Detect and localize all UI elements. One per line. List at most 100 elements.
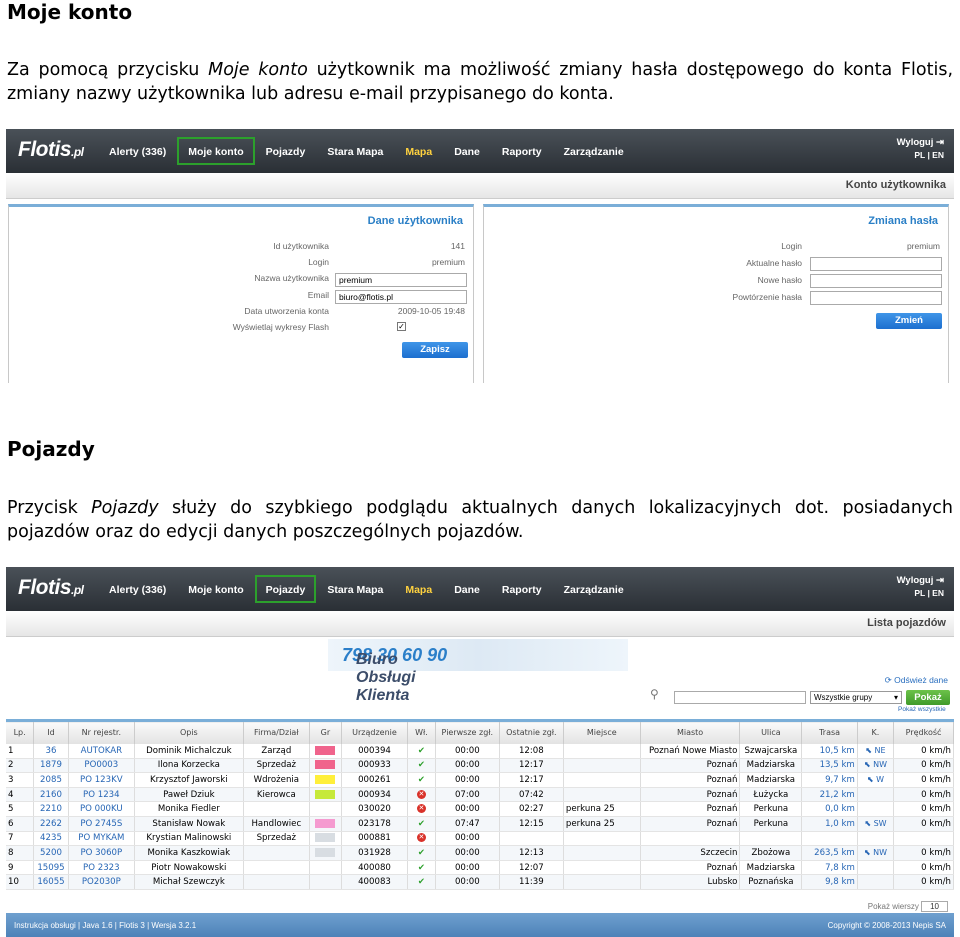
subheader-2: Lista pojazdów [6, 611, 954, 637]
cell-id[interactable]: 2210 [33, 801, 69, 817]
nav-dane-2[interactable]: Dane [443, 575, 491, 603]
column-header[interactable]: Wł. [407, 719, 436, 744]
cell-reg[interactable]: PO 000KU [68, 801, 135, 817]
new-password-input[interactable] [810, 274, 942, 288]
column-header[interactable]: Trasa [801, 719, 858, 744]
username-input[interactable] [335, 273, 467, 287]
nav-zarzadzanie[interactable]: Zarządzanie [553, 137, 635, 165]
column-header[interactable]: Lp. [6, 719, 35, 744]
cell-route[interactable]: 21,2 km [801, 787, 858, 803]
group-select[interactable]: Wszystkie grupy ▾ [810, 691, 902, 704]
table-row[interactable]: 4 2160 PO 1234 Paweł Dziuk Kierowca 000934 ✕ 07… [6, 787, 954, 803]
refresh-link[interactable]: ⟳ Odśwież dane [885, 675, 948, 686]
cell-route[interactable]: 0,0 km [801, 801, 858, 817]
nav-pojazdy[interactable]: Pojazdy [255, 137, 317, 165]
logout-link[interactable]: Wyloguj ⇥ [897, 136, 944, 149]
cell-id[interactable]: 36 [33, 743, 69, 759]
table-row[interactable]: 7 4235 PO MYKAM Krystian Malinowski Sprzedaż… [6, 831, 954, 847]
table-row[interactable]: 10 16055 PO2030P Michał Szewczyk 400083 ✔ 00:0… [6, 874, 954, 890]
nav-raporty-2[interactable]: Raporty [491, 575, 553, 603]
nav-alerty[interactable]: Alerty (336) [98, 137, 177, 165]
footer-links[interactable]: Instrukcja obsługi | Java 1.6 | Flotis 3… [14, 921, 196, 930]
cell-id[interactable]: 5200 [33, 845, 69, 861]
column-header[interactable]: Urządzenie [341, 719, 409, 744]
cell-reg[interactable]: AUTOKAR [68, 743, 135, 759]
save-button[interactable]: Zapisz [402, 342, 468, 358]
column-header[interactable]: Ulica [739, 719, 803, 744]
column-header[interactable]: Id [33, 719, 69, 744]
column-header[interactable]: Miasto [640, 719, 741, 744]
table-row[interactable]: 5 2210 PO 000KU Monika Fiedler 030020 ✕ 00:00 0… [6, 801, 954, 817]
cell-id[interactable]: 2085 [33, 772, 69, 788]
chevron-down-icon: ▾ [893, 693, 898, 702]
search-input[interactable] [674, 691, 806, 704]
table-row[interactable]: 1 36 AUTOKAR Dominik Michalczuk Zarząd 000394… [6, 743, 954, 759]
flotis-logo[interactable]: Flotis.pl [18, 138, 84, 162]
nav-zarzadzanie-2[interactable]: Zarządzanie [553, 575, 635, 603]
table-row[interactable]: 8 5200 PO 3060P Monika Kaszkowiak 031928 ✔ 00:… [6, 845, 954, 861]
cell-route[interactable]: 1,0 km [801, 816, 858, 832]
table-row[interactable]: 6 2262 PO 2745S Stanisław Nowak Handlowiec 02… [6, 816, 954, 832]
show-all-link[interactable]: Pokaż wszystkie [898, 706, 946, 713]
nav-moje-konto-2[interactable]: Moje konto [177, 575, 254, 603]
cell-id[interactable]: 15095 [33, 860, 69, 876]
nav-stara-mapa[interactable]: Stara Mapa [316, 137, 394, 165]
rows-per-page-select[interactable]: 10 [921, 901, 948, 912]
cell-reg[interactable]: PO 1234 [68, 787, 135, 803]
show-button[interactable]: Pokaż [906, 690, 950, 705]
change-password-button[interactable]: Zmień [876, 313, 942, 329]
cell-route[interactable]: 263,5 km [801, 845, 858, 861]
nav-alerty-2[interactable]: Alerty (336) [98, 575, 177, 603]
cell-city: Poznań Nowe Miasto [640, 743, 741, 759]
column-header[interactable]: Nr rejestr. [68, 719, 135, 744]
table-row[interactable]: 3 2085 PO 123KV Krzysztof Jaworski Wdrożenia… [6, 772, 954, 788]
nav-moje-konto[interactable]: Moje konto [177, 137, 255, 165]
cell-route[interactable]: 9,8 km [801, 874, 858, 890]
nav-raporty[interactable]: Raporty [491, 137, 553, 165]
cell-reg[interactable]: PO2030P [68, 874, 135, 890]
cell-desc: Krzysztof Jaworski [134, 772, 244, 788]
current-password-input[interactable] [810, 257, 942, 271]
email-input[interactable] [335, 290, 467, 304]
cell-route[interactable]: 10,5 km [801, 743, 858, 759]
cell-id[interactable]: 2262 [33, 816, 69, 832]
column-header[interactable]: Miejsce [563, 719, 641, 744]
cell-reg[interactable]: PO 2745S [68, 816, 135, 832]
cell-id[interactable]: 2160 [33, 787, 69, 803]
language-switch[interactable]: PL | EN [897, 149, 944, 162]
flotis-logo-2[interactable]: Flotis.pl [18, 576, 84, 600]
label-flash: Wyświetlaj wykresy Flash [232, 322, 329, 332]
column-header[interactable]: Opis [134, 719, 244, 744]
table-row[interactable]: 2 1879 PO0003 Ilona Korzecka Sprzedaż 000933 ✔… [6, 758, 954, 774]
nav-mapa[interactable]: Mapa [394, 137, 443, 165]
cell-reg[interactable]: PO 123KV [68, 772, 135, 788]
cell-reg[interactable]: PO 2323 [68, 860, 135, 876]
table-row[interactable]: 9 15095 PO 2323 Piotr Nowakowski 400080 ✔ 00:0… [6, 860, 954, 876]
nav-pojazdy-2[interactable]: Pojazdy [254, 575, 317, 603]
cell-id[interactable]: 1879 [33, 758, 69, 774]
column-header[interactable]: Ostatnie zgł. [499, 719, 564, 744]
cell-reg[interactable]: PO0003 [68, 758, 135, 774]
repeat-password-input[interactable] [810, 291, 942, 305]
cell-reg[interactable]: PO 3060P [68, 845, 135, 861]
nav-dane[interactable]: Dane [443, 137, 491, 165]
cell-reg[interactable]: PO MYKAM [68, 831, 135, 847]
column-header[interactable]: Firma/Dział [243, 719, 310, 744]
cell-id[interactable]: 16055 [33, 874, 69, 890]
column-header[interactable]: Prędkość [893, 719, 954, 744]
column-header[interactable]: Pierwsze zgł. [435, 719, 500, 744]
language-switch-2[interactable]: PL | EN [897, 587, 944, 600]
nav-mapa-2[interactable]: Mapa [394, 575, 443, 603]
column-header[interactable]: K. [857, 719, 895, 744]
cell-route[interactable]: 9,7 km [801, 772, 858, 788]
cell-id[interactable]: 4235 [33, 831, 69, 847]
cell-dev: 031928 [341, 845, 409, 861]
cell-route[interactable]: 7,8 km [801, 860, 858, 876]
nav-stara-mapa-2[interactable]: Stara Mapa [316, 575, 394, 603]
cell-route[interactable]: 13,5 km [801, 758, 858, 774]
cell-dir: ⬉ NW [857, 758, 895, 774]
flash-checkbox[interactable]: ✓ [397, 322, 406, 331]
cell-route[interactable] [801, 831, 858, 847]
column-header[interactable]: Gr [309, 719, 342, 744]
logout-link-2[interactable]: Wyloguj ⇥ [897, 574, 944, 587]
